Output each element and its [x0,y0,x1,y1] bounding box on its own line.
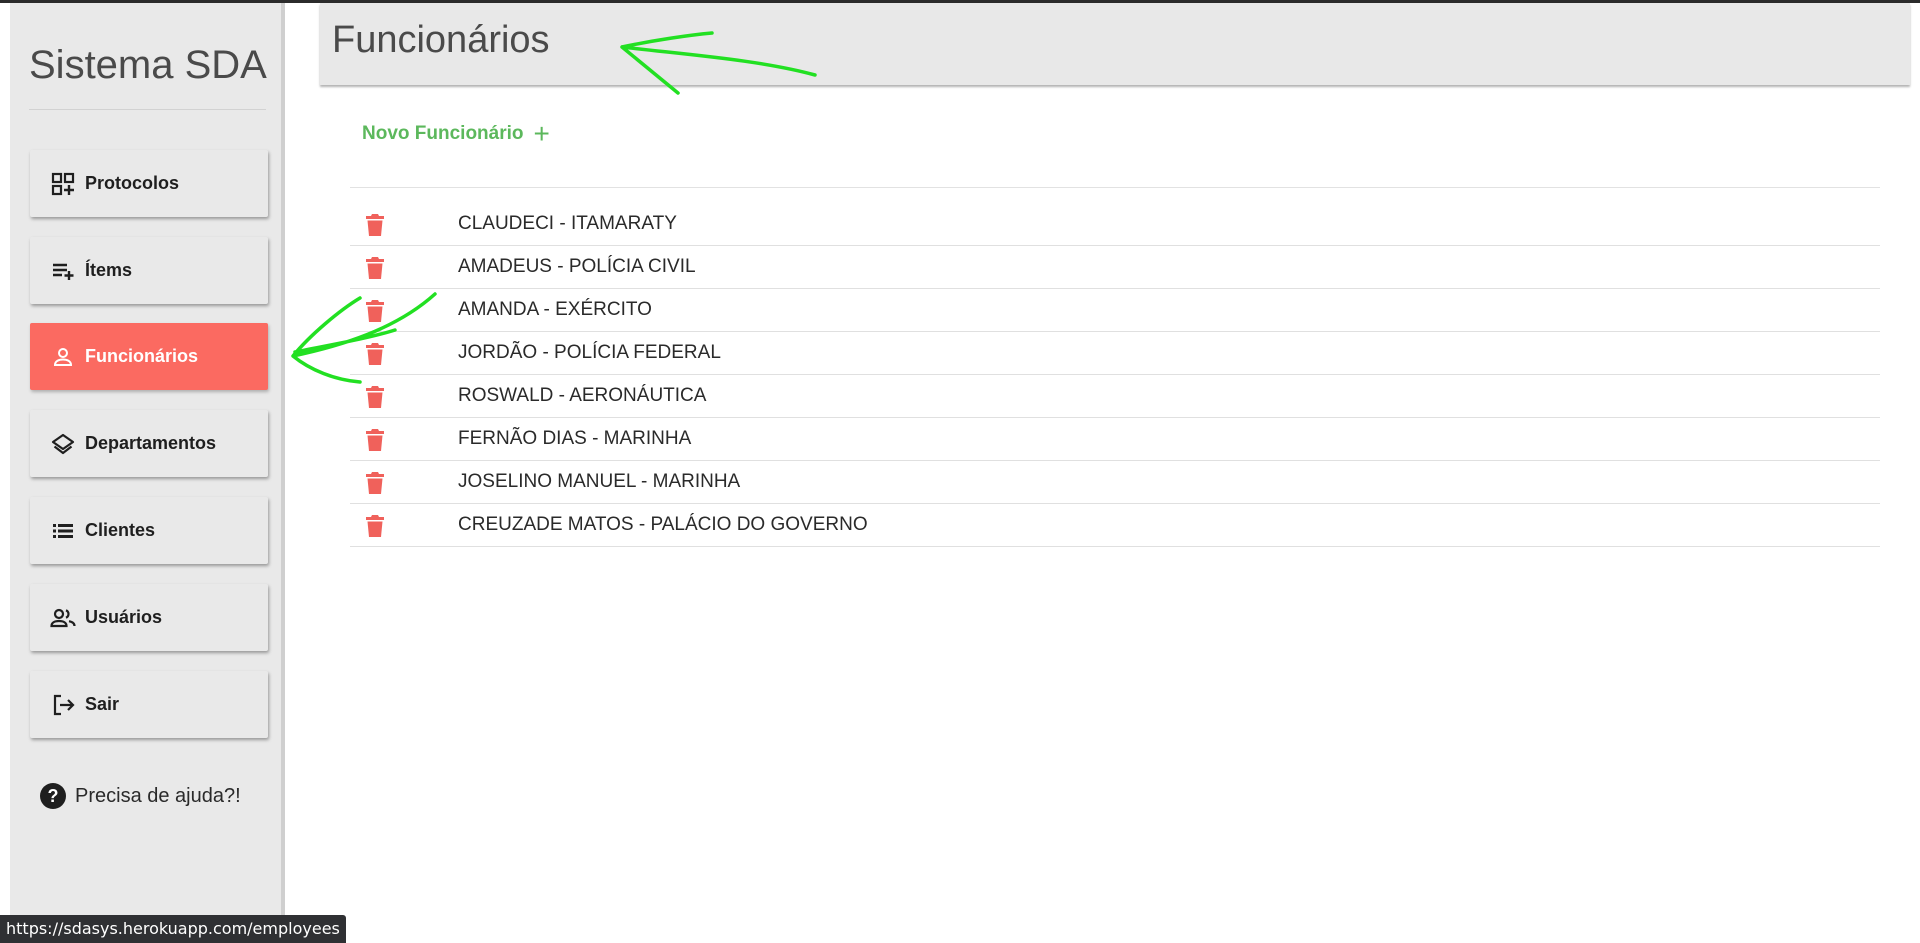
brand-title: Sistema SDA [29,43,267,87]
sidebar-item-usuarios[interactable]: Usuários [30,584,268,651]
sidebar-item-label: Clientes [85,520,156,540]
new-employee-button[interactable]: Novo Funcionário + [362,120,550,148]
page-header: Funcionários [320,3,1910,85]
employee-list: CLAUDECI - ITAMARATY AMADEUS - POLÍCIA C… [350,203,1880,547]
list-item: AMADEUS - POLÍCIA CIVIL [350,246,1880,289]
employee-name: CLAUDECI - ITAMARATY [458,213,677,234]
sidebar-item-label: Sair [85,694,120,714]
list-divider [350,187,1880,188]
sidebar-item-label: Departamentos [85,433,217,453]
help-label: Precisa de ajuda?! [75,784,241,807]
grid-plus-icon [50,171,76,197]
status-bar-url: https://sdasys.herokuapp.com/employees [0,915,346,943]
sidebar-item-departamentos[interactable]: Departamentos [30,410,268,477]
employee-name: FERNÃO DIAS - MARINHA [458,428,692,449]
people-icon [50,605,76,631]
list-icon [50,518,76,544]
new-employee-label: Novo Funcionário [362,123,524,144]
trash-icon[interactable] [365,213,385,237]
employee-name: AMADEUS - POLÍCIA CIVIL [458,256,696,277]
trash-icon[interactable] [365,256,385,280]
plus-icon: + [533,118,550,149]
trash-icon[interactable] [365,514,385,538]
employee-name: JORDÃO - POLÍCIA FEDERAL [458,342,721,363]
person-icon [50,344,76,370]
employee-name: CREUZADE MATOS - PALÁCIO DO GOVERNO [458,514,868,535]
sidebar-item-funcionarios[interactable]: Funcionários [30,323,268,390]
trash-icon[interactable] [365,342,385,366]
sidebar-item-label: Funcionários [85,346,199,366]
list-item: CREUZADE MATOS - PALÁCIO DO GOVERNO [350,504,1880,547]
sidebar-item-clientes[interactable]: Clientes [30,497,268,564]
layers-icon [50,431,76,457]
employee-name: AMANDA - EXÉRCITO [458,299,652,320]
list-item: CLAUDECI - ITAMARATY [350,203,1880,246]
employee-name: JOSELINO MANUEL - MARINHA [458,471,741,492]
list-item: JOSELINO MANUEL - MARINHA [350,461,1880,504]
list-item: JORDÃO - POLÍCIA FEDERAL [350,332,1880,375]
trash-icon[interactable] [365,471,385,495]
sidebar-item-label: Usuários [85,607,163,627]
page-title: Funcionários [332,19,550,61]
list-item: AMANDA - EXÉRCITO [350,289,1880,332]
list-item: ROSWALD - AERONÁUTICA [350,375,1880,418]
sidebar-item-label: Ítems [85,260,133,280]
help-link[interactable]: ? Precisa de ajuda?! [40,783,241,809]
sidebar-item-sair[interactable]: Sair [30,671,268,738]
sidebar-item-label: Protocolos [85,173,180,193]
logout-icon [50,692,76,718]
playlist-add-icon [50,258,76,284]
trash-icon[interactable] [365,428,385,452]
trash-icon[interactable] [365,385,385,409]
employee-name: ROSWALD - AERONÁUTICA [458,385,707,406]
sidebar-item-items[interactable]: Ítems [30,237,268,304]
trash-icon[interactable] [365,299,385,323]
list-item: FERNÃO DIAS - MARINHA [350,418,1880,461]
brand-divider [29,109,266,110]
sidebar-item-protocolos[interactable]: Protocolos [30,150,268,217]
help-icon: ? [40,783,66,809]
sidebar: Sistema SDA Protocolos Ítems Funcionário… [10,3,285,943]
